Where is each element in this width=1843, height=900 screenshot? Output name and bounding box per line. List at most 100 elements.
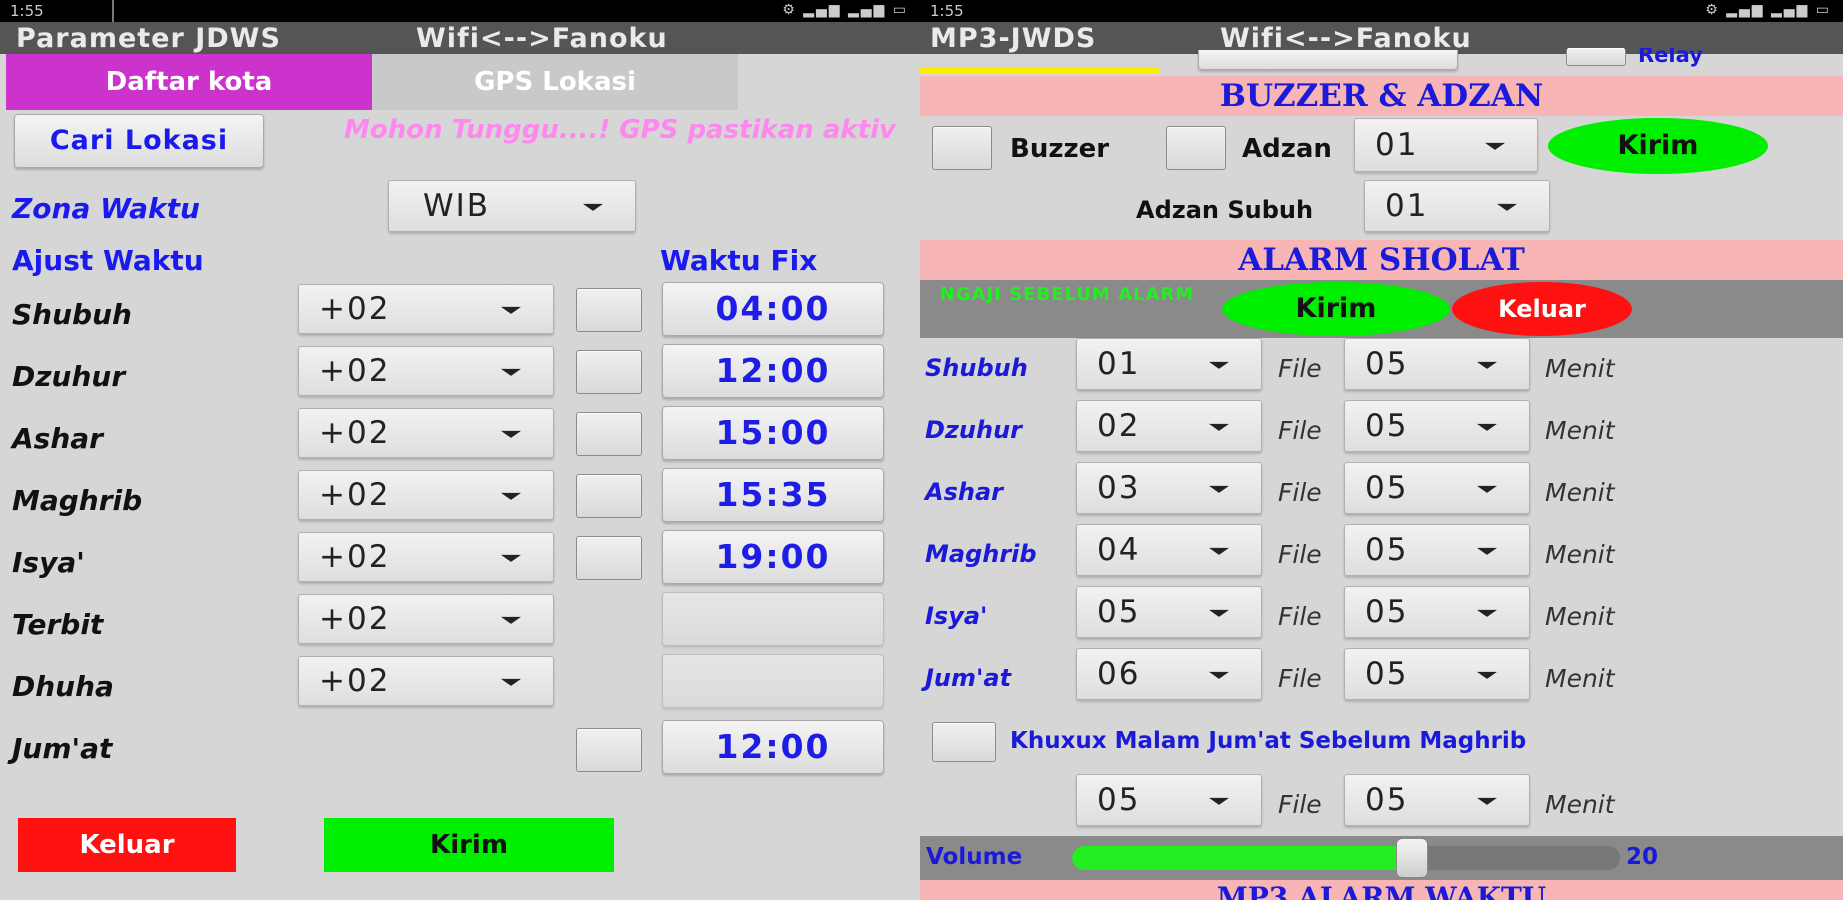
adjust-select-isya[interactable]: +02 [298, 532, 554, 582]
chevron-down-icon [1209, 671, 1229, 679]
prayer-label-dhuha: Dhuha [12, 670, 114, 703]
alarm-menit-select-shubuh[interactable]: 05 [1344, 338, 1530, 390]
prayer-label-terbit: Terbit [12, 608, 104, 641]
alarm-file-select-isya[interactable]: 05 [1076, 586, 1262, 638]
tab-daftar-kota[interactable]: Daftar kota [6, 54, 372, 110]
cari-lokasi-button[interactable]: Cari Lokasi [14, 114, 264, 168]
time-button-terbit[interactable] [662, 592, 884, 646]
chevron-down-icon [1497, 203, 1517, 211]
zona-waktu-label: Zona Waktu [12, 192, 200, 225]
time-button-maghrib[interactable]: 15:35 [662, 468, 884, 522]
volume-slider[interactable] [1072, 846, 1620, 870]
checkbox-isya[interactable] [576, 536, 642, 580]
zona-waktu-select[interactable]: WIB [388, 180, 636, 232]
adzan-label: Adzan [1242, 134, 1332, 164]
chevron-down-icon [501, 492, 521, 500]
chevron-down-icon [501, 368, 521, 376]
checkbox-jumat[interactable] [576, 728, 642, 772]
chevron-down-icon [1477, 671, 1497, 679]
alarm-kirim-button[interactable]: Kirim [1222, 282, 1450, 336]
status-separator [112, 0, 114, 22]
checkbox-dzuhur[interactable] [576, 350, 642, 394]
chevron-down-icon [1209, 547, 1229, 555]
time-button-shubuh[interactable]: 04:00 [662, 282, 884, 336]
top-hidden-button[interactable] [1198, 50, 1458, 70]
time-button-ashar[interactable]: 15:00 [662, 406, 884, 460]
alarm-file-value: 04 [1097, 532, 1141, 568]
adzan-select[interactable]: 01 [1354, 118, 1538, 172]
chevron-down-icon [1477, 423, 1497, 431]
volume-thumb[interactable] [1395, 838, 1428, 878]
alarm-label-dzuhur: Dzuhur [925, 416, 1022, 444]
adjust-select-dhuha[interactable]: +02 [298, 656, 554, 706]
ngaji-label: NGAJI SEBELUM ALARM [939, 284, 1195, 305]
chevron-down-icon [1209, 423, 1229, 431]
adjust-select-shubuh[interactable]: +02 [298, 284, 554, 334]
time-button-isya[interactable]: 19:00 [662, 530, 884, 584]
alarm-file-select-maghrib[interactable]: 04 [1076, 524, 1262, 576]
checkbox-maghrib[interactable] [576, 474, 642, 518]
alarm-menit-select-dzuhur[interactable]: 05 [1344, 400, 1530, 452]
chevron-down-icon [1209, 361, 1229, 369]
alarm-sholat-header: ALARM SHOLAT [920, 240, 1843, 280]
adjust-select-maghrib[interactable]: +02 [298, 470, 554, 520]
adzan-kirim-button[interactable]: Kirim [1548, 118, 1768, 174]
time-button-dzuhur[interactable]: 12:00 [662, 344, 884, 398]
checkbox-shubuh[interactable] [576, 288, 642, 332]
time-button-jumat[interactable]: 12:00 [662, 720, 884, 774]
alarm-file-select-jumat[interactable]: 06 [1076, 648, 1262, 700]
adzan-subuh-select[interactable]: 01 [1364, 180, 1550, 232]
ajust-waktu-label: Ajust Waktu [12, 244, 204, 277]
file-label: File [1278, 416, 1322, 445]
alarm-menit-value: 05 [1365, 408, 1409, 444]
chevron-down-icon [1477, 547, 1497, 555]
adjust-select-ashar[interactable]: +02 [298, 408, 554, 458]
kirim-button[interactable]: Kirim [324, 818, 614, 872]
status-time: 1:55 [10, 2, 44, 20]
status-time: 1:55 [930, 2, 964, 20]
buzzer-checkbox[interactable] [932, 126, 992, 170]
khusus-checkbox[interactable] [932, 722, 996, 762]
alarm-label-jumat: Jum'at [925, 664, 1012, 692]
checkbox-ashar[interactable] [576, 412, 642, 456]
khusus-menit-value: 05 [1365, 782, 1409, 818]
tab-gps-lokasi[interactable]: GPS Lokasi [372, 54, 738, 110]
volume-label: Volume [926, 844, 1023, 870]
time-button-dhuha[interactable] [662, 654, 884, 708]
alarm-menit-select-maghrib[interactable]: 05 [1344, 524, 1530, 576]
relay-checkbox[interactable] [1566, 48, 1626, 66]
signal-battery-icon: ⚙ ▂▄▆ ▂▄▆ ▭ [1705, 2, 1831, 18]
prayer-label-maghrib: Maghrib [12, 484, 143, 517]
app-title: MP3-JWDS [930, 23, 1097, 54]
alarm-menit-select-isya[interactable]: 05 [1344, 586, 1530, 638]
adjust-select-terbit[interactable]: +02 [298, 594, 554, 644]
menit-label: Menit [1545, 540, 1615, 569]
alarm-file-select-ashar[interactable]: 03 [1076, 462, 1262, 514]
alarm-menit-select-ashar[interactable]: 05 [1344, 462, 1530, 514]
file-label: File [1278, 540, 1322, 569]
adzan-checkbox[interactable] [1166, 126, 1226, 170]
prayer-label-jumat: Jum'at [12, 732, 113, 765]
alarm-keluar-button[interactable]: Keluar [1452, 282, 1632, 336]
khusus-menit-select[interactable]: 05 [1344, 774, 1530, 826]
alarm-label-maghrib: Maghrib [925, 540, 1037, 568]
alarm-menit-select-jumat[interactable]: 05 [1344, 648, 1530, 700]
buzzer-adzan-header: BUZZER & ADZAN [920, 76, 1843, 116]
adzan-value: 01 [1375, 127, 1419, 163]
chevron-down-icon [1209, 609, 1229, 617]
file-label: File [1278, 664, 1322, 693]
adjust-select-dzuhur[interactable]: +02 [298, 346, 554, 396]
tab-indicator [920, 54, 1160, 74]
alarm-file-select-shubuh[interactable]: 01 [1076, 338, 1262, 390]
khusus-file-select[interactable]: 05 [1076, 774, 1262, 826]
chevron-down-icon [1209, 485, 1229, 493]
menit-label: Menit [1545, 416, 1615, 445]
chevron-down-icon [1477, 361, 1497, 369]
chevron-down-icon [1477, 609, 1497, 617]
alarm-file-select-dzuhur[interactable]: 02 [1076, 400, 1262, 452]
alarm-file-value: 02 [1097, 408, 1141, 444]
alarm-file-value: 06 [1097, 656, 1141, 692]
keluar-button[interactable]: Keluar [18, 818, 236, 872]
chevron-down-icon [1485, 142, 1505, 150]
file-label: File [1278, 790, 1322, 819]
